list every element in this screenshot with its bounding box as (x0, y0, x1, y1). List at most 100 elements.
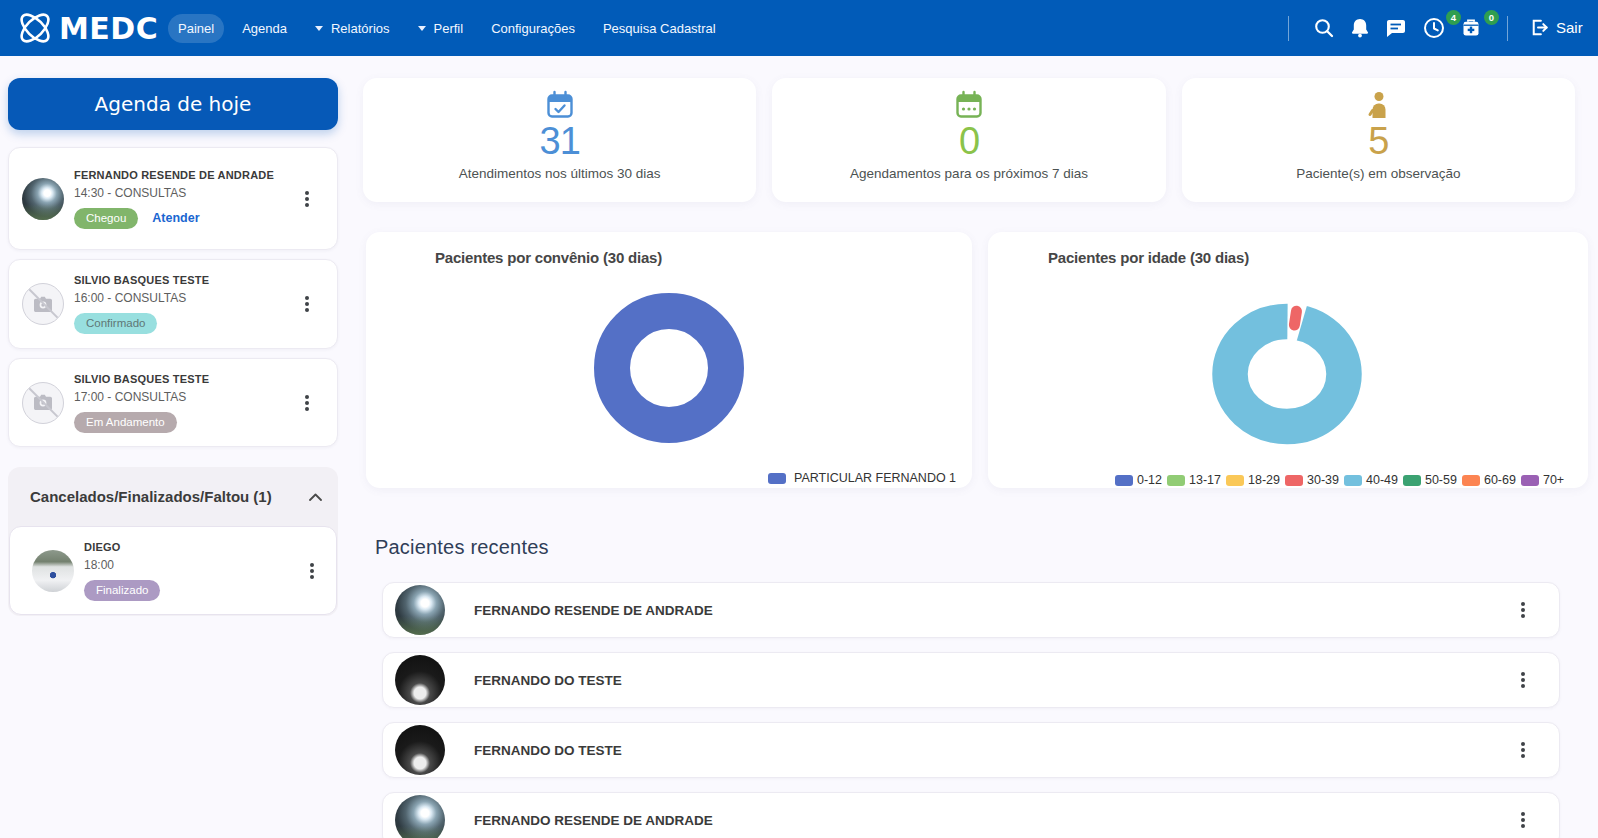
stat-value: 31 (540, 120, 580, 162)
nav-relatorios[interactable]: Relatórios (305, 14, 400, 43)
legend-swatch (1403, 475, 1421, 486)
patient-name: FERNANDO RESENDE DE ANDRADE (74, 169, 297, 181)
patient-name: FERNANDO RESENDE DE ANDRADE (474, 603, 1513, 618)
appointment-time: 17:00 - CONSULTAS (74, 390, 297, 404)
appointment-time: 14:30 - CONSULTAS (74, 186, 297, 200)
stat-agendamentos: 0 Agendamentos para os próximos 7 dias (772, 78, 1165, 202)
recent-patient-row[interactable]: FERNANDO RESENDE DE ANDRADE (382, 582, 1560, 638)
kebab-menu-icon[interactable] (1521, 818, 1525, 822)
calendar-dots-icon (954, 90, 984, 120)
stat-label: Agendamentos para os próximos 7 dias (850, 166, 1088, 181)
donut-chart-convenio[interactable] (584, 283, 754, 453)
recent-patient-row[interactable]: FERNANDO DO TESTE (382, 722, 1560, 778)
legend-label: 50-59 (1425, 473, 1457, 487)
appointment-card[interactable]: DIEGO 18:00 Finalizado (9, 526, 337, 615)
kebab-menu-icon[interactable] (1521, 748, 1525, 752)
legend-swatch (1167, 475, 1185, 486)
patient-avatar (395, 655, 445, 705)
kebab-menu-icon[interactable] (1521, 678, 1525, 682)
status-chip: Chegou (74, 208, 138, 229)
notifications-bell-icon[interactable] (1349, 17, 1371, 39)
legend-item[interactable]: 50-59 (1403, 473, 1457, 487)
legend-label: PARTICULAR FERNANDO 1 (794, 471, 956, 485)
patient-avatar (395, 585, 445, 635)
header-divider (1288, 16, 1289, 41)
patient-name: DIEGO (84, 541, 302, 553)
agenda-de-hoje-button[interactable]: Agenda de hoje (8, 78, 338, 130)
camera-off-icon (33, 296, 53, 313)
patient-name: SILVIO BASQUES TESTE (74, 274, 297, 286)
brand-name: MEDC (59, 11, 158, 46)
logout-label: Sair (1556, 19, 1583, 36)
legend-swatch (1226, 475, 1244, 486)
appointment-card[interactable]: SILVIO BASQUES TESTE 16:00 - CONSULTAS C… (8, 259, 338, 349)
main-nav: Painel Agenda Relatórios Perfil Configur… (168, 0, 734, 56)
chart-convenio-title: Pacientes por convênio (30 dias) (435, 249, 662, 266)
messages-chat-icon[interactable] (1385, 17, 1407, 39)
stat-observacao: 5 Paciente(s) em observação (1182, 78, 1575, 202)
kebab-menu-icon[interactable] (305, 302, 309, 306)
patient-avatar-placeholder (22, 283, 64, 325)
nav-pesquisa-cadastral[interactable]: Pesquisa Cadastral (593, 14, 726, 43)
legend-label: 40-49 (1366, 473, 1398, 487)
patient-avatar-placeholder (22, 382, 64, 424)
appointment-card[interactable]: SILVIO BASQUES TESTE 17:00 - CONSULTAS E… (8, 358, 338, 447)
finished-section-title: Cancelados/Finalizados/Faltou (1) (30, 488, 309, 505)
legend-label: 30-39 (1307, 473, 1339, 487)
logout-button[interactable]: Sair (1528, 17, 1583, 38)
legend-item[interactable]: 13-17 (1167, 473, 1221, 487)
legend-label: 18-29 (1248, 473, 1280, 487)
nav-painel[interactable]: Painel (168, 14, 224, 43)
nav-configuracoes[interactable]: Configurações (481, 14, 585, 43)
chart-convenio-legend[interactable]: PARTICULAR FERNANDO 1 (768, 471, 956, 485)
atender-link[interactable]: Atender (152, 211, 199, 225)
patient-name: SILVIO BASQUES TESTE (74, 373, 297, 385)
stat-value: 0 (959, 120, 979, 162)
chevron-up-icon[interactable] (309, 493, 322, 501)
legend-item[interactable]: 40-49 (1344, 473, 1398, 487)
brand-logo[interactable]: MEDC (14, 7, 158, 49)
recents-title: Pacientes recentes (375, 536, 549, 559)
legend-swatch (1285, 475, 1303, 486)
legend-label: 13-17 (1189, 473, 1221, 487)
atom-logo-icon (14, 7, 56, 49)
finished-section: Cancelados/Finalizados/Faltou (1) DIEGO … (8, 467, 338, 616)
legend-item[interactable]: 30-39 (1285, 473, 1339, 487)
stat-label: Paciente(s) em observação (1296, 166, 1460, 181)
clock-badge: 4 (1446, 10, 1461, 25)
chevron-down-icon (315, 26, 323, 31)
kebab-menu-icon[interactable] (310, 569, 314, 573)
chart-idade-legend[interactable]: 0-12 13-17 18-29 30-39 40-49 50-59 60-69 70+ (1115, 473, 1564, 487)
top-navbar: MEDC Painel Agenda Relatórios Perfil Con… (0, 0, 1598, 56)
search-icon[interactable] (1313, 17, 1335, 39)
nav-perfil[interactable]: Perfil (408, 14, 474, 43)
patient-avatar (32, 550, 74, 592)
legend-label: 70+ (1543, 473, 1564, 487)
recent-patient-row[interactable]: FERNANDO RESENDE DE ANDRADE (382, 792, 1560, 838)
kebab-menu-icon[interactable] (1521, 608, 1525, 612)
stat-atendimentos: 31 Atendimentos nos últimos 30 dias (363, 78, 756, 202)
nav-agenda[interactable]: Agenda (232, 14, 297, 43)
person-icon (1363, 90, 1393, 120)
donut-chart-idade[interactable] (1202, 294, 1372, 454)
kebab-menu-icon[interactable] (305, 401, 309, 405)
recent-patient-row[interactable]: FERNANDO DO TESTE (382, 652, 1560, 708)
legend-item[interactable]: 70+ (1521, 473, 1564, 487)
legend-swatch (1521, 475, 1539, 486)
waiting-clock-icon[interactable] (1423, 17, 1445, 39)
legend-label: 60-69 (1484, 473, 1516, 487)
header-divider (1507, 16, 1508, 41)
status-chip: Em Andamento (74, 412, 177, 433)
legend-item[interactable]: 18-29 (1226, 473, 1280, 487)
chevron-down-icon (418, 26, 426, 31)
medkit-icon[interactable] (1460, 17, 1482, 39)
stat-label: Atendimentos nos últimos 30 dias (459, 166, 661, 181)
patient-name: FERNANDO RESENDE DE ANDRADE (474, 813, 1513, 828)
finished-section-header[interactable]: Cancelados/Finalizados/Faltou (1) (8, 467, 338, 526)
patient-avatar (395, 795, 445, 838)
legend-item[interactable]: 0-12 (1115, 473, 1162, 487)
kebab-menu-icon[interactable] (305, 197, 309, 201)
appointment-card[interactable]: FERNANDO RESENDE DE ANDRADE 14:30 - CONS… (8, 147, 338, 250)
calendar-check-icon (545, 90, 575, 120)
legend-item[interactable]: 60-69 (1462, 473, 1516, 487)
